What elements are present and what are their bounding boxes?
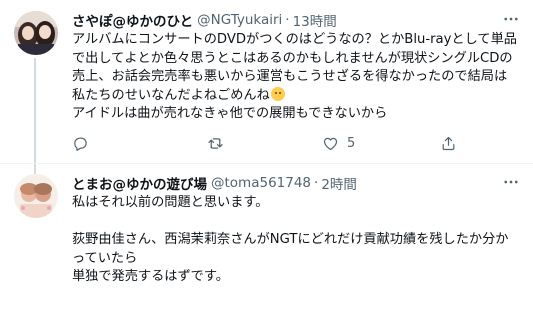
- heart-icon: [323, 137, 338, 150]
- tweet-text-line: 私はそれ以前の問題と思います。: [72, 195, 269, 210]
- tweet-text-line: 私たちのせいなんだよねごめんね: [72, 87, 270, 103]
- tweet-text-line: アルバムにコンサートのDVDがつくのはどうなの？とかBlu-rayとして単品: [72, 32, 517, 47]
- user-handle[interactable]: @toma561748: [211, 175, 311, 191]
- share-icon: [442, 136, 455, 150]
- more-horizontal-icon: [504, 180, 518, 184]
- tweet-text-line: 単独で発売するはずです。: [72, 269, 229, 284]
- display-name[interactable]: さやぽ@ゆかのひと: [72, 10, 193, 30]
- separator-dot: ·: [285, 12, 290, 28]
- display-name[interactable]: とまお@ゆかの遊び場: [72, 173, 207, 193]
- timestamp[interactable]: 13時間: [293, 10, 337, 30]
- separator-dot: ·: [314, 175, 319, 191]
- retweet-icon: [208, 137, 223, 149]
- share-button[interactable]: [440, 132, 457, 154]
- tweet-text: 私はそれ以前の問題と思います。 荻野由佳さん、西潟茉莉奈さんがNGTにどれだけ貢…: [72, 194, 520, 287]
- tweet-text: アルバムにコンサートのDVDがつくのはどうなの？とかBlu-rayとして単品 で…: [72, 31, 520, 124]
- like-count: 5: [347, 135, 356, 151]
- user-handle[interactable]: @NGTyukairi: [197, 12, 282, 28]
- retweet-button[interactable]: [207, 132, 232, 154]
- avatar-image: [14, 11, 58, 55]
- tweet-text-line: 売上、お話会完売率も悪いから運営もこうせざるを得なかったので結局は: [72, 69, 508, 84]
- tweet[interactable]: さやぽ@ゆかのひと @NGTyukairi · 13時間 アルバムにコンサートの…: [0, 0, 533, 176]
- tweet-text-line: 荻野由佳さん、西潟茉莉奈さんがNGTにどれだけ貢献功績を残したか分か: [72, 232, 509, 247]
- tweet-actions: 5: [72, 132, 512, 154]
- reply-button[interactable]: [72, 132, 97, 154]
- thread-connector-line: [34, 58, 36, 176]
- timestamp[interactable]: 2時間: [321, 173, 357, 193]
- tweet-text-line: っていたら: [72, 250, 138, 266]
- reply-icon: [74, 137, 87, 151]
- more-options-button[interactable]: [501, 9, 521, 29]
- more-horizontal-icon: [504, 17, 518, 21]
- tweet-text-line: アイドルは曲が売れなきゃ他での展開もできないから: [72, 106, 388, 121]
- more-options-button[interactable]: [501, 172, 521, 192]
- avatar[interactable]: [14, 174, 58, 218]
- like-button[interactable]: 5: [322, 132, 355, 154]
- avatar-image: [14, 174, 58, 218]
- crying-face-emoji: [270, 86, 285, 101]
- tweet-header: さやぽ@ゆかのひと @NGTyukairi · 13時間: [72, 10, 337, 30]
- tweet-header: とまお@ゆかの遊び場 @toma561748 · 2時間: [72, 173, 357, 193]
- avatar[interactable]: [14, 11, 58, 55]
- tweet-text-line: で出してよとか色々思うとこはあるのかもしれませんが現状シングルCDの: [72, 50, 513, 66]
- tweet[interactable]: とまお@ゆかの遊び場 @toma561748 · 2時間 私はそれ以前の問題と思…: [0, 163, 533, 318]
